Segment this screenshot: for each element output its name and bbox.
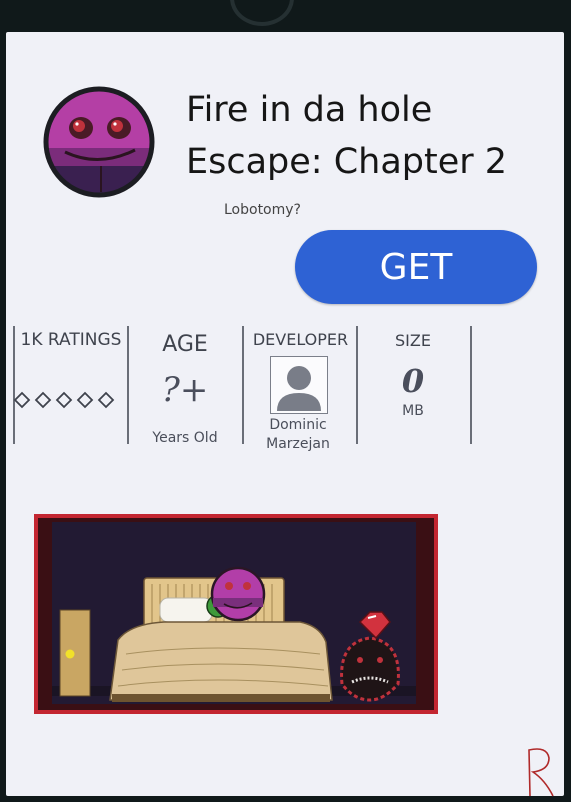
star-outline-icon	[34, 391, 52, 409]
star-outline-icon	[13, 391, 31, 409]
stats-divider	[242, 326, 244, 444]
size-unit: MB	[402, 403, 424, 419]
developer-avatar[interactable]	[270, 356, 328, 414]
size-value: 0	[401, 362, 425, 400]
star-outline-icon	[97, 391, 115, 409]
age-sub: Years Old	[152, 430, 218, 446]
star-outline-icon	[76, 391, 94, 409]
age-value: ?+	[161, 370, 209, 410]
app-title: Fire in da hole Escape: Chapter 2	[186, 90, 508, 183]
size-label: SIZE	[395, 331, 431, 350]
app-icon	[43, 86, 155, 198]
stats-divider	[127, 326, 129, 444]
ratings-label: 1K RATINGS	[20, 330, 122, 350]
stats-divider	[470, 326, 472, 444]
rating-stars	[11, 390, 121, 410]
developer-label: DEVELOPER	[252, 330, 349, 349]
person-silhouette-icon	[277, 366, 321, 411]
developer-name[interactable]: Dominic Marzejan	[258, 416, 338, 454]
get-button[interactable]: GET	[295, 230, 537, 304]
screenshot-preview[interactable]	[34, 514, 438, 714]
app-store-card: Fire in da hole Escape: Chapter 2 Loboto…	[6, 32, 564, 798]
app-subtitle: Lobotomy?	[224, 202, 301, 218]
age-label: AGE	[162, 332, 208, 357]
star-outline-icon	[55, 391, 73, 409]
top-decoration	[230, 0, 294, 26]
signature-mark	[525, 746, 557, 798]
